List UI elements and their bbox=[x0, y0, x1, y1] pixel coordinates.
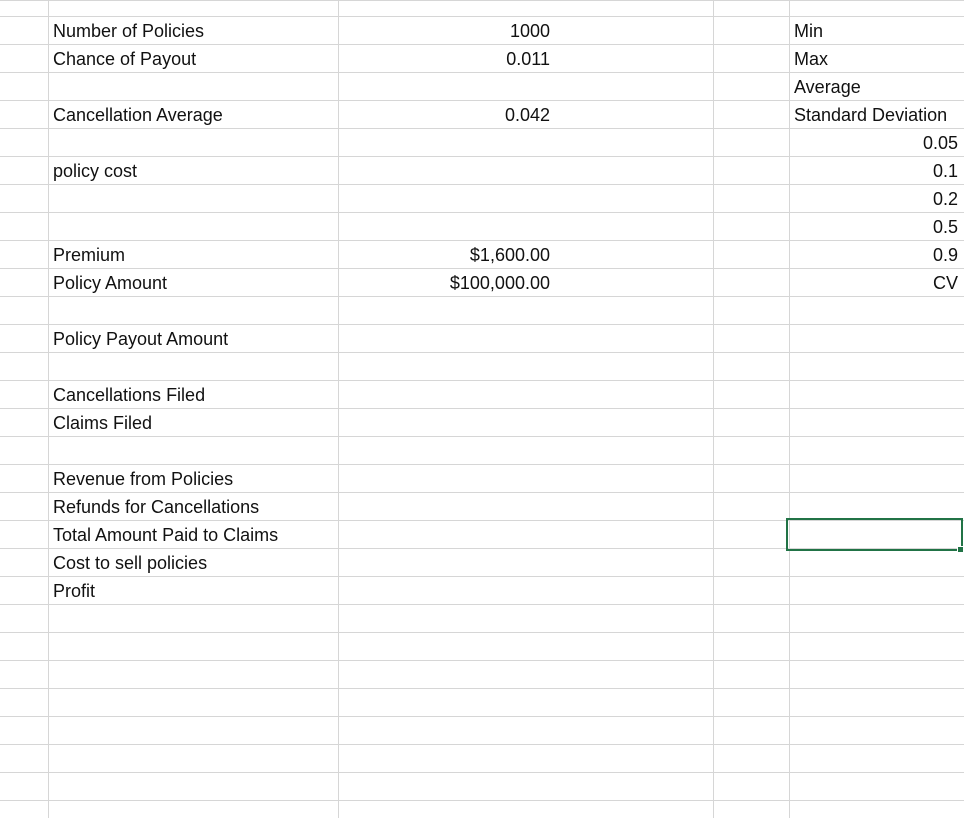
label-policy-cost[interactable]: policy cost bbox=[51, 157, 337, 185]
row-gridline bbox=[0, 0, 964, 1]
row-gridline bbox=[0, 688, 964, 689]
stat-value-0-05[interactable]: 0.05 bbox=[791, 129, 964, 157]
label-refunds-for-cancellations[interactable]: Refunds for Cancellations bbox=[51, 493, 337, 521]
stat-value-0-2[interactable]: 0.2 bbox=[791, 185, 964, 213]
column-gridline bbox=[713, 0, 714, 818]
active-cell-selection[interactable] bbox=[786, 518, 963, 551]
stat-label-average[interactable]: Average bbox=[791, 73, 964, 101]
row-gridline bbox=[0, 772, 964, 773]
column-gridline bbox=[48, 0, 49, 818]
stat-label-standard-deviation[interactable]: Standard Deviation bbox=[791, 101, 964, 129]
value-policy-amount[interactable]: $100,000.00 bbox=[340, 269, 712, 297]
spreadsheet-grid[interactable]: Number of Policies Chance of Payout Canc… bbox=[0, 0, 964, 818]
label-number-of-policies[interactable]: Number of Policies bbox=[51, 17, 337, 45]
column-gridline bbox=[338, 0, 339, 818]
stat-value-0-5[interactable]: 0.5 bbox=[791, 213, 964, 241]
label-cancellation-average[interactable]: Cancellation Average bbox=[51, 101, 337, 129]
value-cancellation-average[interactable]: 0.042 bbox=[340, 101, 712, 129]
value-premium[interactable]: $1,600.00 bbox=[340, 241, 712, 269]
label-chance-of-payout[interactable]: Chance of Payout bbox=[51, 45, 337, 73]
label-premium[interactable]: Premium bbox=[51, 241, 337, 269]
row-gridline bbox=[0, 660, 964, 661]
row-gridline bbox=[0, 744, 964, 745]
label-revenue-from-policies[interactable]: Revenue from Policies bbox=[51, 465, 337, 493]
label-profit[interactable]: Profit bbox=[51, 577, 337, 605]
row-gridline bbox=[0, 800, 964, 801]
value-chance-of-payout[interactable]: 0.011 bbox=[340, 45, 712, 73]
label-total-paid-to-claims[interactable]: Total Amount Paid to Claims bbox=[51, 521, 337, 549]
label-policy-payout-amount[interactable]: Policy Payout Amount bbox=[51, 325, 337, 353]
fill-handle[interactable] bbox=[957, 546, 964, 553]
label-claims-filed[interactable]: Claims Filed bbox=[51, 409, 337, 437]
stat-value-0-9[interactable]: 0.9 bbox=[791, 241, 964, 269]
stat-label-max[interactable]: Max bbox=[791, 45, 964, 73]
stat-value-cv[interactable]: CV bbox=[791, 269, 964, 297]
value-number-of-policies[interactable]: 1000 bbox=[340, 17, 712, 45]
stat-value-0-1[interactable]: 0.1 bbox=[791, 157, 964, 185]
label-cancellations-filed[interactable]: Cancellations Filed bbox=[51, 381, 337, 409]
label-cost-to-sell-policies[interactable]: Cost to sell policies bbox=[51, 549, 337, 577]
stat-label-min[interactable]: Min bbox=[791, 17, 964, 45]
column-gridline bbox=[789, 0, 790, 818]
label-policy-amount[interactable]: Policy Amount bbox=[51, 269, 337, 297]
row-gridline bbox=[0, 632, 964, 633]
row-gridline bbox=[0, 716, 964, 717]
